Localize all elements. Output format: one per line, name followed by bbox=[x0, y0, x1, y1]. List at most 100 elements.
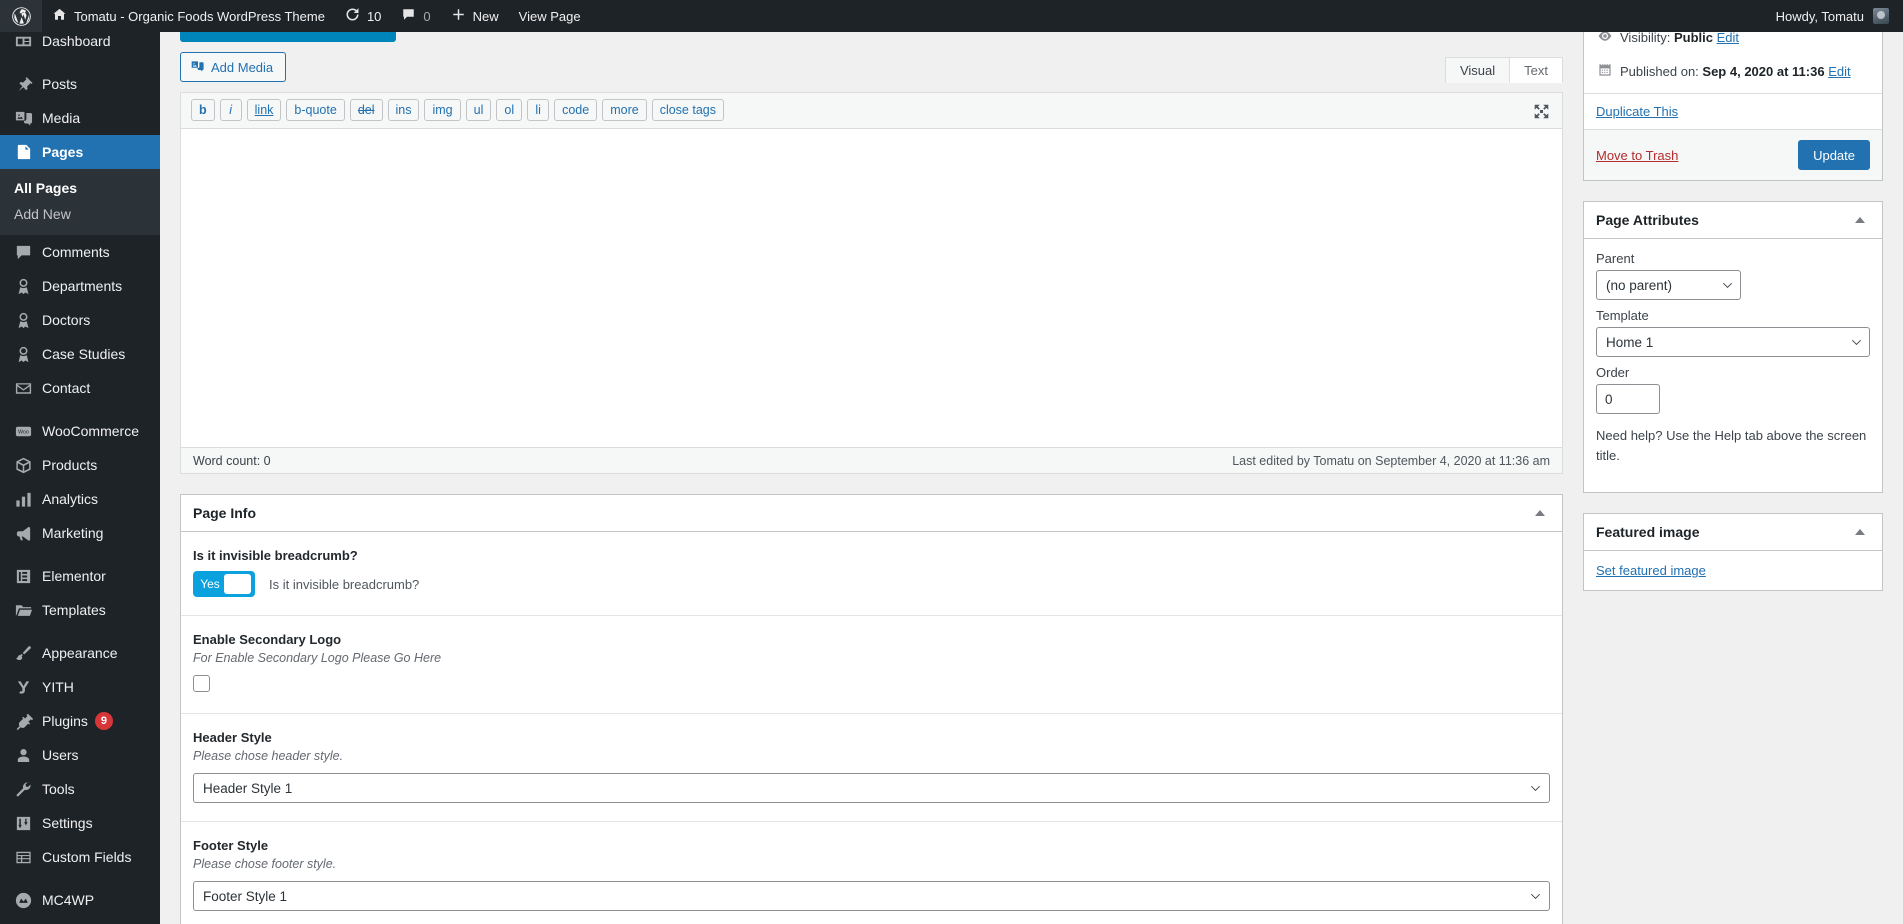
chevron-down-icon bbox=[1531, 785, 1540, 791]
edit-with-elementor-button[interactable] bbox=[180, 32, 396, 42]
main-content-area: Add Media Visual Text b i link b-quote d… bbox=[160, 32, 1903, 924]
qt-button-ul[interactable]: ul bbox=[465, 99, 492, 121]
comments-menu[interactable]: 0 bbox=[391, 0, 440, 32]
my-account-menu[interactable]: Howdy, Tomatu bbox=[1766, 0, 1903, 32]
qt-button-bquote[interactable]: b-quote bbox=[286, 99, 345, 121]
triangle-up-icon[interactable] bbox=[1850, 210, 1870, 230]
sidebar-item-yith[interactable]: YITH bbox=[0, 670, 160, 704]
editor-mode-tabs: Visual Text bbox=[1444, 57, 1563, 83]
qt-button-img[interactable]: img bbox=[424, 99, 461, 121]
sidebar-item-all-pages[interactable]: All Pages bbox=[0, 175, 160, 201]
sidebar-item-tools[interactable]: Tools bbox=[0, 772, 160, 806]
featured-image-header[interactable]: Featured image bbox=[1584, 514, 1882, 551]
sidebar-item-departments[interactable]: Departments bbox=[0, 269, 160, 303]
set-featured-image-link[interactable]: Set featured image bbox=[1596, 563, 1706, 578]
sidebar-item-woocommerce[interactable]: Woo WooCommerce bbox=[0, 414, 160, 448]
page-attributes-header[interactable]: Page Attributes bbox=[1584, 202, 1882, 239]
visibility-edit-link[interactable]: Edit bbox=[1717, 32, 1739, 45]
qt-button-b[interactable]: b bbox=[191, 99, 215, 121]
menu-separator bbox=[0, 58, 160, 67]
qt-label: ul bbox=[473, 102, 484, 117]
update-icon bbox=[345, 7, 360, 25]
qt-label: del bbox=[357, 102, 375, 117]
sidebar-item-custom-fields[interactable]: Custom Fields bbox=[0, 840, 160, 874]
enable-secondary-logo-checkbox[interactable] bbox=[193, 675, 210, 692]
sidebar-item-contact[interactable]: Contact bbox=[0, 371, 160, 405]
sidebar-item-label: Users bbox=[42, 747, 79, 763]
sidebar-item-label: Templates bbox=[42, 602, 106, 618]
content-textarea[interactable] bbox=[181, 129, 1562, 447]
invisible-breadcrumb-toggle[interactable]: Yes bbox=[193, 571, 255, 597]
sidebar-item-label: Doctors bbox=[42, 312, 91, 328]
triangle-up-icon[interactable] bbox=[1850, 522, 1870, 542]
tab-text[interactable]: Text bbox=[1509, 57, 1563, 83]
new-content-menu[interactable]: New bbox=[441, 0, 509, 32]
media-icon bbox=[12, 109, 34, 128]
comment-bubble-icon bbox=[401, 7, 416, 25]
move-to-trash-link[interactable]: Move to Trash bbox=[1596, 148, 1678, 163]
sidebar-item-posts[interactable]: Posts bbox=[0, 67, 160, 101]
footer-style-select[interactable]: Footer Style 1 bbox=[193, 881, 1550, 911]
order-label: Order bbox=[1596, 365, 1630, 380]
qt-button-ol[interactable]: ol bbox=[496, 99, 523, 121]
toggle-wrap: Yes Is it invisible breadcrumb? bbox=[193, 571, 1550, 597]
field-label: Header Style bbox=[193, 730, 272, 745]
duplicate-this-link[interactable]: Duplicate This bbox=[1596, 104, 1678, 119]
submenu-item-label: Add New bbox=[14, 206, 71, 222]
qt-label: img bbox=[432, 102, 453, 117]
sidebar-item-case-studies[interactable]: Case Studies bbox=[0, 337, 160, 371]
sidebar-item-appearance[interactable]: Appearance bbox=[0, 636, 160, 670]
header-style-select[interactable]: Header Style 1 bbox=[193, 773, 1550, 803]
sidebar-item-templates[interactable]: Templates bbox=[0, 593, 160, 627]
sidebar-item-mc4wp[interactable]: MC4WP bbox=[0, 883, 160, 917]
sidebar-item-media[interactable]: Media bbox=[0, 101, 160, 135]
add-media-button[interactable]: Add Media bbox=[180, 52, 287, 82]
duplicate-row: Duplicate This bbox=[1584, 94, 1882, 129]
wordpress-logo-icon[interactable] bbox=[0, 0, 42, 32]
sidebar-item-plugins[interactable]: Plugins 9 bbox=[0, 704, 160, 738]
template-select[interactable]: Home 1 bbox=[1596, 327, 1870, 357]
order-input[interactable]: 0 bbox=[1596, 384, 1660, 414]
sidebar-item-pages[interactable]: Pages bbox=[0, 135, 168, 169]
sidebar-item-users[interactable]: Users bbox=[0, 738, 160, 772]
sidebar-item-label: Elementor bbox=[42, 568, 106, 584]
qt-button-i[interactable]: i bbox=[219, 99, 242, 121]
plus-icon bbox=[451, 7, 466, 25]
tab-visual[interactable]: Visual bbox=[1444, 57, 1511, 83]
sidebar-item-label: Settings bbox=[42, 815, 93, 831]
home-icon bbox=[52, 7, 67, 25]
sidebar-item-analytics[interactable]: Analytics bbox=[0, 482, 160, 516]
menu-separator bbox=[0, 405, 160, 414]
sidebar-item-elementor[interactable]: Elementor bbox=[0, 559, 160, 593]
pin-icon bbox=[12, 75, 34, 94]
awards-icon bbox=[12, 311, 34, 330]
major-publishing-actions: Move to Trash Update bbox=[1584, 129, 1882, 180]
qt-button-code[interactable]: code bbox=[554, 99, 598, 121]
update-button[interactable]: Update bbox=[1798, 140, 1870, 170]
word-count: Word count: 0 bbox=[193, 453, 271, 468]
qt-label: ol bbox=[504, 102, 515, 117]
updates-menu[interactable]: 10 bbox=[335, 0, 391, 32]
sidebar-item-marketing[interactable]: Marketing bbox=[0, 516, 160, 550]
qt-button-link[interactable]: link bbox=[246, 99, 282, 121]
sidebar-item-add-new-page[interactable]: Add New bbox=[0, 201, 160, 227]
field-enable-secondary-logo: Enable Secondary Logo For Enable Seconda… bbox=[181, 616, 1562, 714]
qt-button-more[interactable]: more bbox=[602, 99, 647, 121]
sidebar-item-doctors[interactable]: Doctors bbox=[0, 303, 160, 337]
sidebar-item-settings[interactable]: Settings bbox=[0, 806, 160, 840]
qt-button-close-tags[interactable]: close tags bbox=[651, 99, 724, 121]
qt-button-li[interactable]: li bbox=[527, 99, 550, 121]
published-edit-link[interactable]: Edit bbox=[1828, 64, 1850, 79]
view-page-link[interactable]: View Page bbox=[509, 0, 591, 32]
site-name-menu[interactable]: Tomatu - Organic Foods WordPress Theme bbox=[42, 0, 335, 32]
chevron-down-icon bbox=[1723, 282, 1732, 288]
parent-select[interactable]: (no parent) bbox=[1596, 270, 1741, 300]
sidebar-item-products[interactable]: Products bbox=[0, 448, 160, 482]
page-info-header[interactable]: Page Info bbox=[181, 495, 1562, 532]
qt-button-del[interactable]: del bbox=[349, 99, 383, 121]
page-attributes-body: Parent (no parent) Template Home 1 Order… bbox=[1584, 239, 1882, 492]
sidebar-item-comments[interactable]: Comments bbox=[0, 235, 160, 269]
qt-button-ins[interactable]: ins bbox=[387, 99, 420, 121]
triangle-up-icon[interactable] bbox=[1530, 503, 1550, 523]
fullscreen-icon[interactable] bbox=[1530, 100, 1552, 122]
